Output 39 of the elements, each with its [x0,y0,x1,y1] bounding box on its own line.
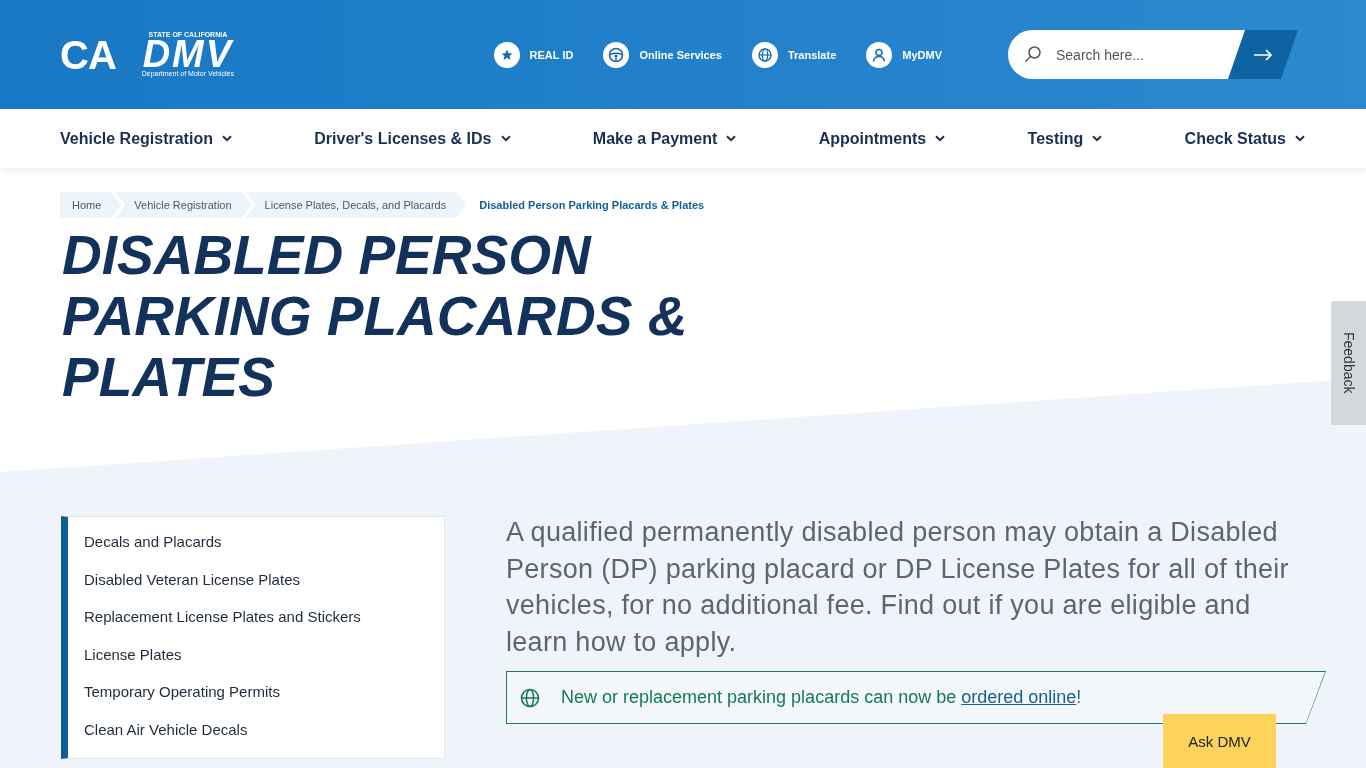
ordered-online-link[interactable]: ordered online [961,687,1077,707]
ask-dmv-button[interactable]: Ask DMV [1163,714,1276,768]
alert-message: New or replacement parking placards can now be ordered online! [561,687,1082,708]
arrow-right-icon [1253,48,1273,61]
sidebar-link[interactable]: Replacement License Plates and Stickers [68,598,361,636]
breadcrumb-link[interactable]: Vehicle Registration [115,192,252,218]
search-field[interactable]: Search here... [1008,30,1245,79]
nav-menu-item[interactable]: Make a Payment [592,129,737,148]
steering-wheel-icon [603,41,630,68]
quick-link[interactable]: REAL ID [493,41,574,68]
user-icon [866,41,893,68]
quick-link[interactable]: Online Services [603,41,722,68]
dmv-logo[interactable]: DMV [142,39,234,70]
sidebar-link[interactable]: Temporary Operating Permits [68,673,280,711]
chevron-down-icon [221,135,232,142]
page-title: DISABLED PERSON PARKING PLACARDS & PLATES [62,225,689,408]
chevron-down-icon [935,135,946,142]
sidebar-link[interactable]: Decals and Placards [68,523,222,561]
nav-menu-item[interactable]: Testing [1027,129,1103,148]
sidebar-link[interactable]: Disabled Veteran License Plates [68,560,300,598]
quick-link[interactable]: Translate [751,41,837,68]
intro-paragraph: A qualified permanently disabled person may obtain a Disabled Person (DP) parking placard or DP License Plates for all of their vehicles, for no additional fee. Find out if you are eligible and learn how to apply. [506,516,1290,659]
sidebar-link[interactable]: License Plates [68,635,182,673]
nav-menu-item[interactable]: Appointments [818,129,946,148]
chevron-down-icon [726,135,737,142]
globe-icon [520,687,540,708]
state-logo[interactable]: CA [60,34,116,75]
sidebar-link[interactable]: Clean Air Vehicle Decals [68,710,248,748]
nav-menu-item[interactable]: Vehicle Registration [60,129,232,148]
nav-menu-item[interactable]: Driver's Licenses & IDs [314,129,511,148]
chevron-down-icon [500,135,511,142]
breadcrumb-link[interactable]: License Plates, Decals, and Placards [245,192,467,218]
quick-link[interactable]: MyDMV [866,41,942,68]
chevron-down-icon [1294,135,1305,142]
search-icon [1024,45,1042,63]
feedback-tab[interactable]: Feedback [1331,301,1366,425]
globe-icon [751,41,778,68]
nav-menu-item[interactable]: Check Status [1184,129,1305,148]
chevron-down-icon [1092,135,1103,142]
